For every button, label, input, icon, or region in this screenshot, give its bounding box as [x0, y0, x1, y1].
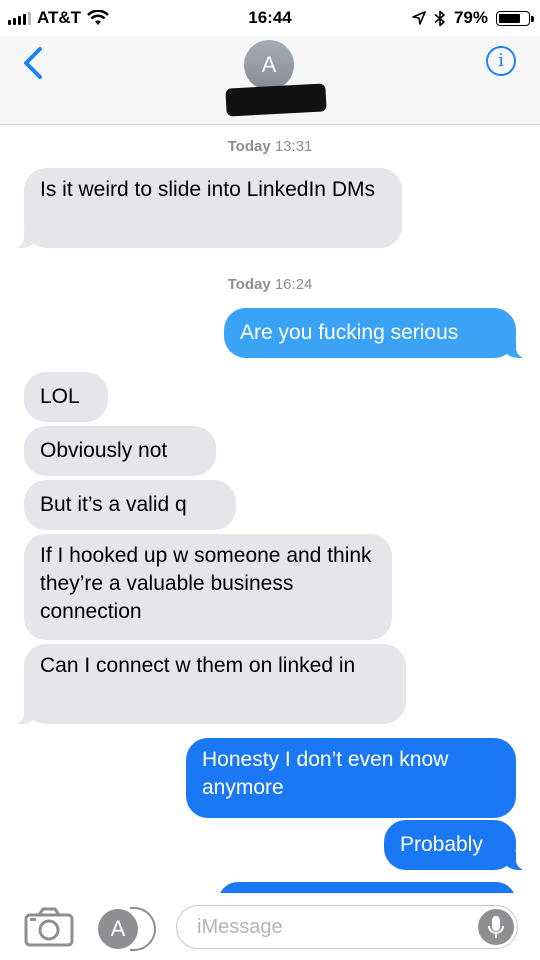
timestamp-time: 16:24: [274, 276, 313, 293]
conversation-header: A i: [0, 36, 540, 125]
message-bubble-incoming[interactable]: Can I connect w them on linked in: [14, 644, 406, 724]
imessage-placeholder: iMessage: [197, 916, 283, 938]
battery-percent: 79%: [453, 8, 488, 27]
timestamp: Today 16:24: [0, 276, 540, 293]
bluetooth-icon: [434, 10, 445, 26]
status-right: 79%: [412, 8, 534, 28]
timestamp-day: Today: [227, 276, 271, 293]
battery-icon: [496, 10, 534, 26]
redacted-contact-name: [225, 83, 327, 117]
message-bubble-outgoing[interactable]: Probably: [384, 820, 526, 870]
back-chevron-icon[interactable]: [18, 46, 48, 80]
message-input-bar: A iMessage: [0, 893, 540, 960]
message-bubble-incoming[interactable]: LOL: [24, 372, 108, 422]
timestamp: Today 13:31: [0, 138, 540, 155]
battery-fill: [499, 13, 521, 23]
contact-avatar[interactable]: A: [244, 40, 294, 90]
location-arrow-icon: [412, 11, 426, 25]
timestamp-time: 13:31: [274, 138, 313, 155]
message-bubble-incoming[interactable]: If I hooked up w someone and think they’…: [24, 534, 392, 640]
microphone-icon[interactable]: [478, 909, 514, 945]
app-store-ring: [130, 907, 156, 951]
message-bubble-incoming[interactable]: Obviously not: [24, 426, 216, 476]
message-bubble-incoming[interactable]: Is it weird to slide into LinkedIn DMs: [14, 168, 402, 248]
message-bubble-outgoing[interactable]: Are you fucking serious: [224, 308, 526, 358]
status-bar: AT&T 16:44 79%: [0, 0, 540, 36]
camera-icon[interactable]: [24, 907, 74, 947]
timestamp-day: Today: [227, 138, 271, 155]
imessage-input[interactable]: iMessage: [176, 905, 518, 949]
message-bubble-incoming[interactable]: But it’s a valid q: [24, 480, 236, 530]
message-bubble-outgoing[interactable]: Honesty I don’t even know anymore: [186, 738, 516, 818]
info-icon[interactable]: i: [486, 46, 516, 76]
